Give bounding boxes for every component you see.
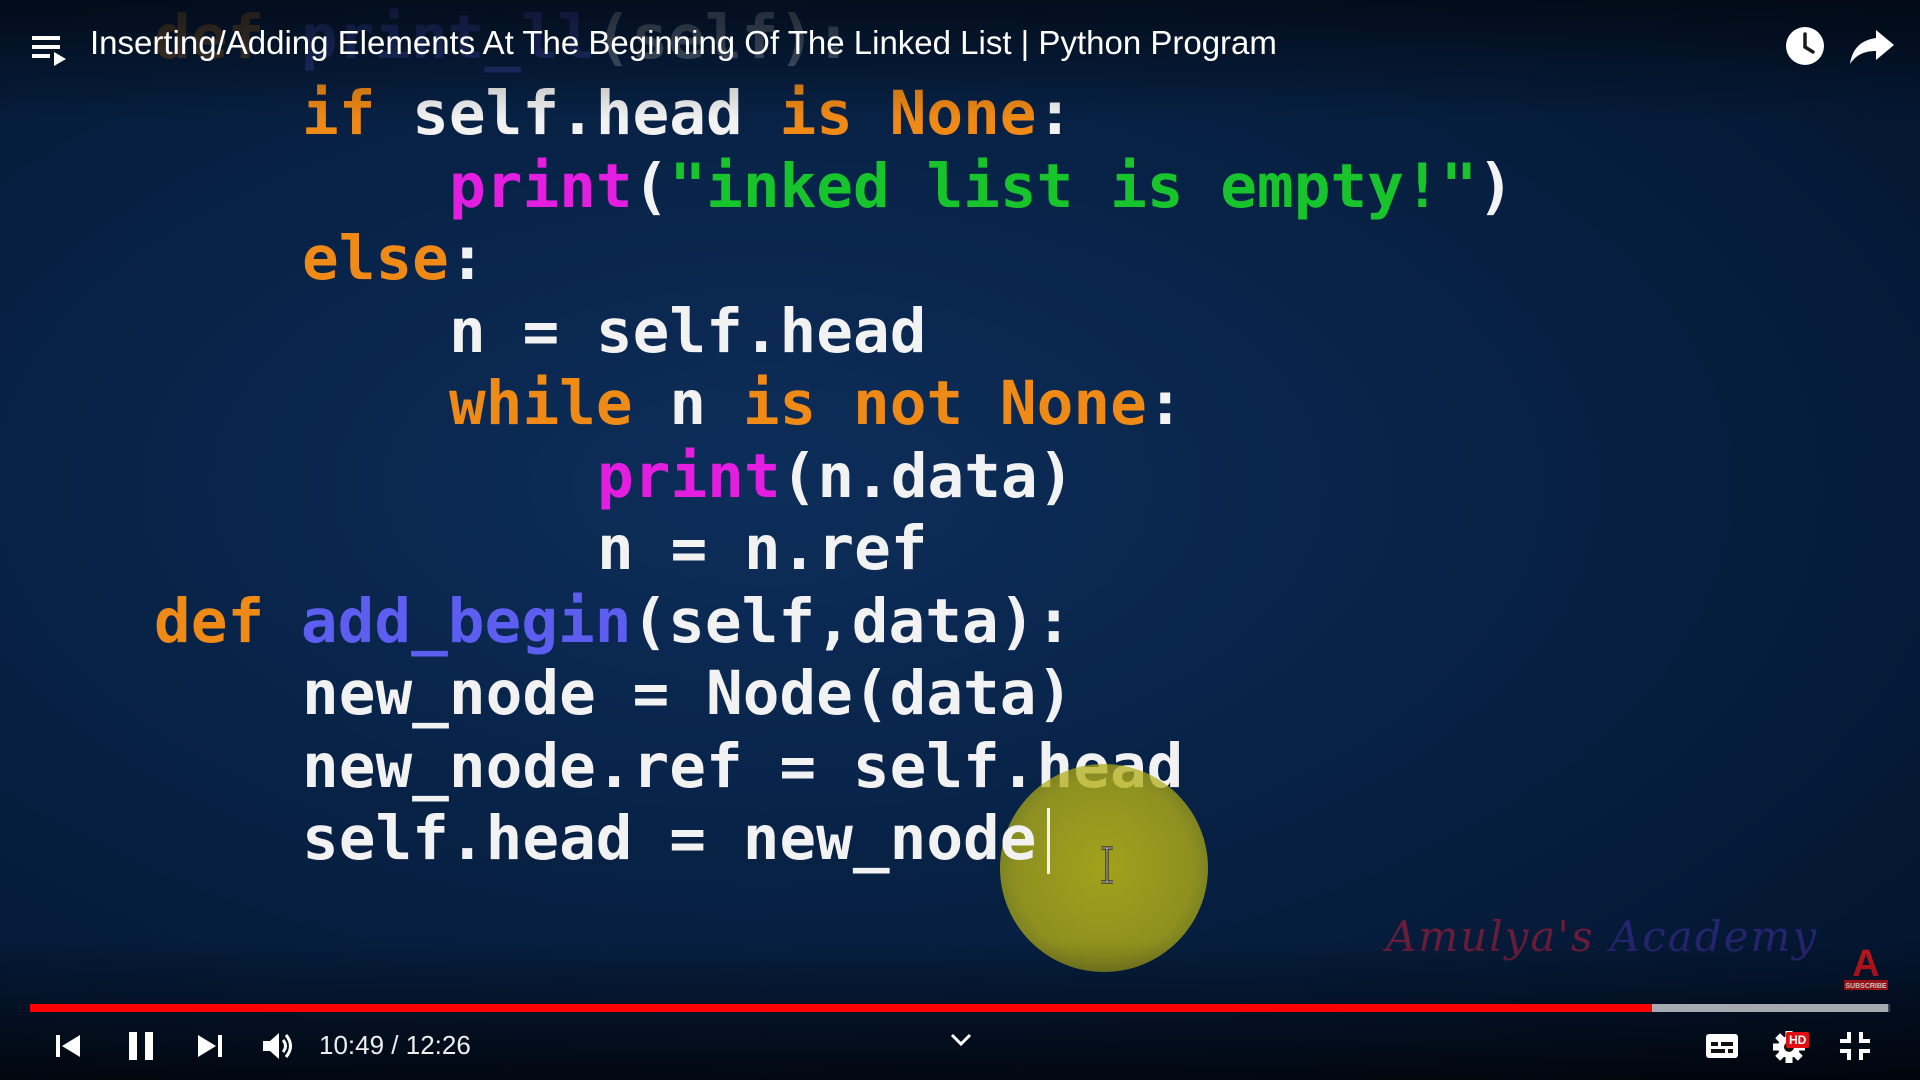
exit-fullscreen-icon[interactable] bbox=[1838, 1026, 1872, 1066]
subscribe-logo-label: SUBSCRIBE bbox=[1845, 983, 1887, 990]
code-token-function: add_begin bbox=[300, 586, 632, 657]
share-arrow-icon[interactable] bbox=[1848, 24, 1896, 68]
code-token-text: n = n.ref bbox=[597, 513, 928, 584]
code-token-text: self.head = new_node bbox=[302, 803, 1037, 874]
code-token-text: n = self.head bbox=[449, 296, 927, 367]
code-token-keyword: def bbox=[154, 586, 301, 657]
clock-icon[interactable] bbox=[1783, 24, 1827, 68]
time-total: 12:26 bbox=[405, 1030, 471, 1060]
subscribe-logo-icon[interactable]: A SUBSCRIBE bbox=[1843, 942, 1889, 992]
code-line-3: else: bbox=[302, 223, 486, 295]
code-token-builtin: print bbox=[597, 441, 781, 512]
captions-icon[interactable] bbox=[1704, 1026, 1740, 1066]
top-bar: Inserting/Adding Elements At The Beginni… bbox=[0, 0, 1920, 90]
watermark-part1: Amulya's bbox=[1386, 912, 1595, 961]
hd-badge: HD bbox=[1786, 1032, 1810, 1048]
code-line-9: new_node = Node(data) bbox=[302, 658, 1073, 730]
code-line-6: print(n.data) bbox=[597, 441, 1074, 513]
code-token-text: (n.data) bbox=[780, 441, 1075, 512]
code-line-5: while n is not None: bbox=[449, 368, 1184, 440]
chevron-down-icon[interactable] bbox=[949, 1032, 973, 1048]
progress-bar[interactable] bbox=[30, 1004, 1890, 1012]
code-token-keyword: while bbox=[449, 368, 633, 439]
video-title[interactable]: Inserting/Adding Elements At The Beginni… bbox=[90, 24, 1277, 62]
ibeam-cursor-icon bbox=[1101, 846, 1113, 884]
code-frame: def print_ll(self): if self.head is None… bbox=[0, 0, 1920, 990]
code-token-text: n bbox=[632, 368, 743, 439]
code-token-keyword: is not None bbox=[742, 368, 1147, 439]
code-token-text: ) bbox=[1477, 151, 1515, 222]
time-separator: / bbox=[384, 1030, 406, 1060]
video-player[interactable]: def print_ll(self): if self.head is None… bbox=[0, 0, 1920, 1080]
code-line-8: def add_begin(self,data): bbox=[154, 586, 1072, 658]
code-token-string: "inked list is empty!" bbox=[669, 151, 1478, 222]
code-token-text: : bbox=[448, 223, 486, 294]
code-token-text: : bbox=[1146, 368, 1184, 439]
volume-icon[interactable] bbox=[260, 1026, 296, 1066]
code-token-keyword: else bbox=[302, 223, 449, 294]
skip-next-icon[interactable] bbox=[194, 1026, 226, 1066]
channel-watermark: Amulya's Academy bbox=[1386, 912, 1818, 961]
code-line-11: self.head = new_node bbox=[302, 803, 1037, 875]
code-token-builtin: print bbox=[449, 151, 633, 222]
time-current: 10:49 bbox=[319, 1030, 385, 1060]
code-token-text: (self,data): bbox=[631, 586, 1073, 657]
time-display: 10:49 / 12:26 bbox=[319, 1030, 471, 1061]
subscribe-logo-letter: A bbox=[1852, 943, 1879, 985]
code-line-4: n = self.head bbox=[449, 296, 926, 368]
progress-played bbox=[30, 1004, 1652, 1012]
text-caret bbox=[1047, 808, 1050, 874]
watermark-part2: Academy bbox=[1594, 912, 1819, 961]
pause-icon[interactable] bbox=[124, 1026, 158, 1066]
code-line-7: n = n.ref bbox=[597, 513, 928, 585]
code-token-text: new_node = Node(data) bbox=[302, 658, 1074, 729]
code-line-2: print("inked list is empty!") bbox=[449, 151, 1514, 223]
playlist-icon[interactable] bbox=[30, 30, 70, 70]
code-token-text: ( bbox=[632, 151, 670, 222]
skip-previous-icon[interactable] bbox=[52, 1026, 84, 1066]
